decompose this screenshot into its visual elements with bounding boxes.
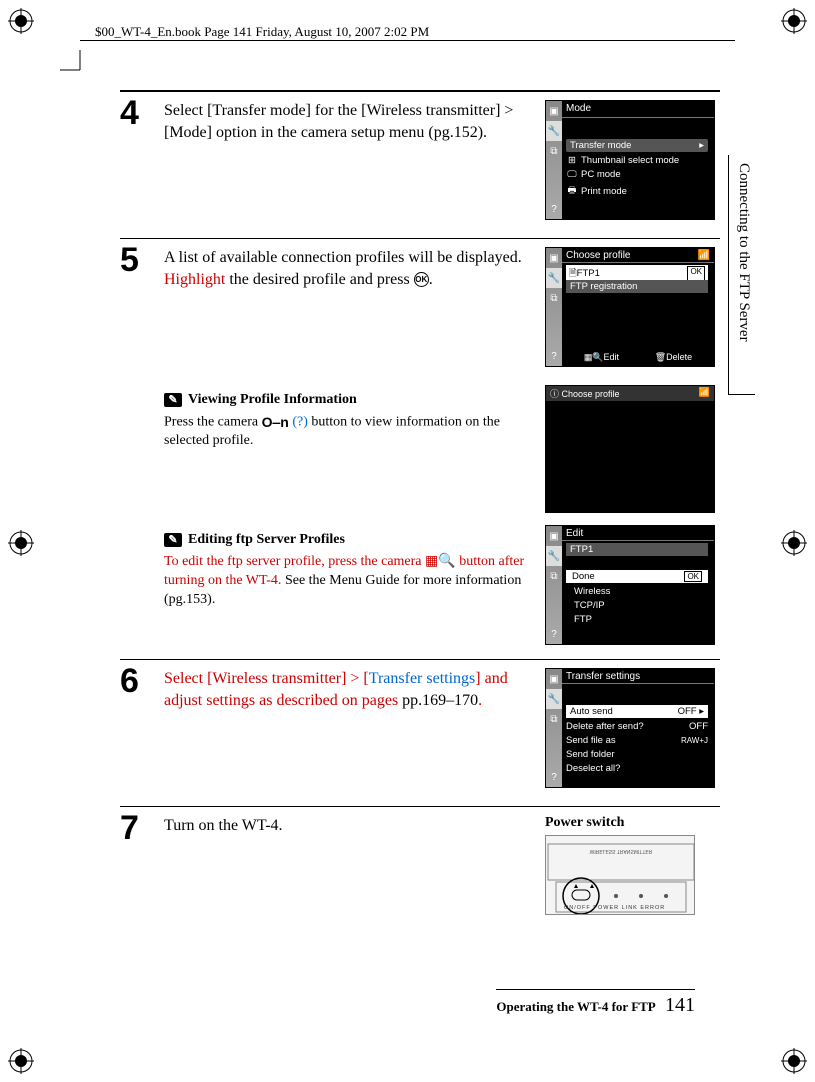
menu-item: Delete after send? (566, 721, 644, 732)
step-number: 4 (120, 96, 164, 130)
menu-item: Thumbnail select mode (581, 155, 679, 166)
note-editing-profiles: ✎ Editing ftp Server Profiles To edit the… (164, 525, 720, 645)
menu-item: Transfer mode (570, 140, 631, 151)
ok-button-icon: OK (414, 272, 429, 287)
step-text: Turn on the WT-4. (164, 815, 531, 837)
step-4: 4 Select [Transfer mode] for the [Wirele… (120, 90, 720, 220)
page-ref: pg.152 (434, 124, 478, 141)
diff-inserted: Transfer settings (369, 670, 476, 687)
screen-title: Edit (566, 528, 710, 539)
screen-title: Choose profile (566, 250, 630, 261)
menu-item: TCP/IP (566, 600, 708, 611)
reg-mark-icon (8, 1048, 34, 1074)
menu-item: Send folder (566, 749, 708, 760)
text: Press the camera (164, 415, 262, 430)
menu-item: PC mode (581, 169, 621, 180)
note-title: Editing ftp Server Profiles (188, 531, 345, 550)
step-5: 5 A list of available connection profile… (120, 238, 720, 367)
menu-item: Deselect all? (566, 763, 708, 774)
diff-deleted: To edit the ftp server profile, press th… (164, 554, 425, 569)
diff-deleted: . (478, 692, 482, 709)
field-value: FTP1 (570, 414, 654, 426)
reg-mark-icon (781, 530, 807, 556)
field-value: Wireless & Ethernet (570, 482, 654, 494)
diff-deleted: Select [Wireless transmitter] > [ (164, 670, 369, 687)
camera-screen-choose-profile: ▣🔧⧉? Choose profile📶 🗎FTP1OK FTP registr… (545, 247, 715, 367)
reg-mark-icon (781, 8, 807, 34)
btn-label: Edit (604, 352, 620, 362)
field-label: SSID: (552, 451, 577, 462)
ok-label: OK (684, 571, 702, 582)
power-switch-label: Power switch (545, 815, 720, 831)
note-viewing-profile: ✎ Viewing Profile Information Press the c… (164, 385, 720, 513)
note-title: Viewing Profile Information (188, 391, 357, 410)
menu-item: FTP registration (566, 280, 708, 293)
text: . (429, 271, 433, 288)
thumb-zoom-icon: ▦🔍 (425, 554, 456, 569)
step-number: 7 (120, 811, 164, 845)
step-number: 6 (120, 664, 164, 698)
reg-mark-icon (8, 8, 34, 34)
btn-label: Delete (666, 352, 692, 362)
step-text: Select [Transfer mode] for the [Wireless… (164, 100, 531, 143)
page-ref: pg.153 (169, 592, 208, 607)
reg-mark-icon (8, 530, 34, 556)
indicator-labels: ON/OFF POWER LINK ERROR (564, 905, 665, 911)
side-tab-label: Connecting to the FTP Server (728, 155, 755, 395)
menu-item: Send file as (566, 735, 616, 746)
diff-inserted: (?) (289, 415, 308, 430)
step-6: 6 Select [Wireless transmitter] > [Trans… (120, 659, 720, 788)
camera-screen-edit: ▣🔧⧉? Edit FTP1 DoneOK Wireless TCP/IP FT… (545, 525, 715, 645)
diff-deleted: Highlight (164, 271, 225, 288)
page-footer: Operating the WT-4 for FTP 141 (496, 989, 695, 1017)
menu-item: FTP1 (577, 268, 600, 279)
menu-item: FTP1 (566, 543, 708, 556)
text: the desired profile and press (225, 271, 413, 288)
menu-item: Wireless (566, 586, 708, 597)
menu-item: Print mode (581, 186, 627, 197)
menu-item: Done (572, 571, 595, 582)
footer-text: Operating the WT-4 for FTP (496, 999, 655, 1014)
crop-mark-icon (60, 50, 90, 85)
text: A list of available connection profiles … (164, 249, 522, 266)
step-text: A list of available connection profiles … (164, 247, 531, 290)
menu-value: OFF ▸ (678, 706, 704, 717)
screen-title: Mode (566, 103, 710, 114)
screen-title: Choose profile (562, 389, 620, 399)
menu-value: RAW+J (681, 736, 708, 745)
field-label: Rename: (552, 402, 592, 413)
camera-screen-transfer-settings: ▣🔧⧉? Transfer settings Auto sendOFF ▸ De… (545, 668, 715, 788)
note-icon: ✎ (164, 393, 182, 407)
field-label: Device: (552, 427, 586, 438)
field-value: FTP server (570, 439, 654, 451)
step-number: 5 (120, 243, 164, 277)
screen-title: Transfer settings (566, 671, 710, 682)
camera-screen-mode: ▣🔧⧉? Mode Transfer mode▸ ⊞Thumbnail sele… (545, 100, 715, 220)
reg-mark-icon (781, 1048, 807, 1074)
text: ). (478, 124, 487, 141)
power-switch-illustration: WIRELESS TRANSMITTER ON/OFF POWER LINK E… (545, 835, 695, 915)
step-text: Select [Wireless transmitter] > [Transfe… (164, 668, 531, 711)
framemaker-header: $00_WT-4_En.book Page 141 Friday, August… (95, 24, 429, 40)
header-rule (80, 40, 735, 41)
step-7: 7 Turn on the WT-4. Power switch WIRELES… (120, 806, 720, 915)
key-icon: O‒n (262, 413, 289, 432)
menu-item: FTP (566, 614, 708, 625)
camera-screen-profile-info: ⓘ Choose profile📶 Rename: FTP1 Device: F… (545, 385, 715, 513)
page-ref: pp.169–170 (402, 692, 478, 709)
note-icon: ✎ (164, 533, 182, 547)
menu-value: OFF (689, 721, 708, 732)
svg-text:WIRELESS TRANSMITTER: WIRELESS TRANSMITTER (590, 848, 653, 854)
field-label: Interface type: (552, 470, 617, 481)
menu-item: Auto send (570, 706, 613, 717)
page-number: 141 (665, 994, 695, 1016)
field-value: WT-4 (580, 451, 603, 462)
text: ). (207, 592, 215, 607)
